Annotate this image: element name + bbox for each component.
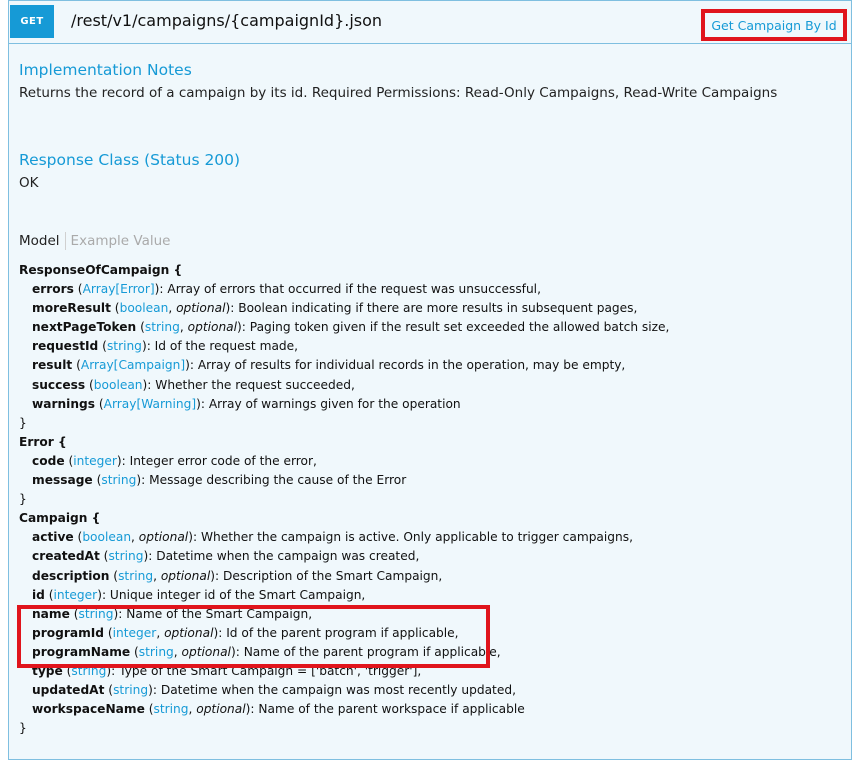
property-description: ): Whether the request succeeded,: [142, 377, 355, 392]
property-type-link[interactable]: boolean: [94, 378, 143, 392]
http-method-badge[interactable]: GET: [10, 5, 54, 38]
property-description: ): Description of the Smart Campaign,: [210, 568, 443, 583]
property-name: updatedAt: [32, 683, 105, 698]
property-type-link[interactable]: boolean: [120, 301, 169, 315]
model-campaign-header: Campaign {: [19, 511, 101, 526]
schema-property-errors: errors (Array[Error]): Array of errors t…: [32, 282, 541, 297]
endpoint-summary-link[interactable]: Get Campaign By Id: [711, 18, 836, 33]
property-optional-flag: optional: [196, 702, 246, 717]
property-type-link[interactable]: boolean: [82, 530, 131, 544]
property-optional-flag: optional: [138, 530, 189, 545]
response-class-text: OK: [19, 175, 39, 191]
property-name: nextPageToken: [32, 320, 137, 335]
schema-property-message: message (string): Message describing the…: [32, 473, 407, 488]
property-description: ): Id of the request made,: [141, 339, 299, 354]
property-description: ): Name of the parent workspace if appli…: [245, 702, 525, 717]
property-type-link[interactable]: string: [145, 320, 180, 334]
endpoint-header[interactable]: GET /rest/v1/campaigns/{campaignId}.json…: [9, 1, 851, 44]
endpoint-summary-highlight: Get Campaign By Id: [701, 9, 847, 41]
model-error-header: Error {: [19, 434, 67, 449]
property-type-link[interactable]: integer: [54, 588, 98, 602]
property-description: ): Integer error code of the error,: [116, 453, 317, 468]
property-description: ): Datetime when the campaign was create…: [143, 549, 420, 564]
schema-property-code: code (integer): Integer error code of th…: [32, 453, 317, 468]
property-name: success: [32, 377, 86, 392]
schema-property-id: id (integer): Unique integer id of the S…: [32, 587, 366, 602]
property-name: code: [32, 453, 65, 468]
property-type-link[interactable]: string: [107, 339, 142, 353]
property-description: ): Message describing the cause of the E…: [136, 473, 407, 488]
schema-property-createdAt: createdAt (string): Datetime when the ca…: [32, 549, 420, 564]
tab-divider: [64, 232, 66, 250]
property-name: errors: [32, 282, 74, 297]
property-description: ): Boolean indicating if there are more …: [225, 301, 638, 316]
schema-property-warnings: warnings (Array[Warning]): Array of warn…: [32, 396, 461, 411]
property-name: message: [32, 473, 93, 488]
property-name: workspaceName: [32, 702, 145, 717]
property-name: description: [32, 568, 110, 583]
property-type-link[interactable]: Array[Error]: [83, 282, 155, 296]
property-description: ): Datetime when the campaign was most r…: [148, 683, 516, 698]
property-type-link[interactable]: integer: [73, 454, 117, 468]
schema-property-workspaceName: workspaceName (string, optional): Name o…: [32, 702, 525, 717]
tab-example-value[interactable]: Example Value: [71, 233, 171, 249]
property-description: ): Array of errors that occurred if the …: [154, 282, 541, 297]
property-description: ): Array of warnings given for the opera…: [196, 396, 461, 411]
property-name: moreResult: [32, 301, 111, 316]
model-campaign-close: }: [19, 721, 27, 736]
property-description: ): Whether the campaign is active. Only …: [188, 530, 633, 545]
property-name: id: [32, 587, 45, 602]
property-description: ): Unique integer id of the Smart Campai…: [97, 587, 366, 602]
property-name: active: [32, 530, 74, 545]
implementation-notes-text: Returns the record of a campaign by its …: [19, 85, 778, 101]
schema-property-moreResult: moreResult (boolean, optional): Boolean …: [32, 301, 638, 316]
tab-model[interactable]: Model: [19, 233, 60, 249]
schema-property-result: result (Array[Campaign]): Array of resul…: [32, 358, 626, 373]
property-type-link[interactable]: string: [153, 702, 188, 716]
property-type-link[interactable]: string: [108, 549, 143, 563]
model-tabs: Model Example Value: [19, 232, 170, 250]
model-error-close: }: [19, 492, 27, 507]
schema-property-nextPageToken: nextPageToken (string, optional): Paging…: [32, 320, 670, 335]
property-type-link[interactable]: string: [118, 569, 153, 583]
schema-property-requestId: requestId (string): Id of the request ma…: [32, 339, 299, 354]
property-description: ): Array of results for individual recor…: [185, 358, 626, 373]
property-name: createdAt: [32, 549, 100, 564]
endpoint-path[interactable]: /rest/v1/campaigns/{campaignId}.json: [71, 11, 382, 30]
property-optional-flag: optional: [187, 320, 238, 335]
schema-property-description: description (string, optional): Descript…: [32, 568, 443, 583]
implementation-notes-heading: Implementation Notes: [19, 61, 192, 79]
property-optional-flag: optional: [160, 568, 211, 583]
schema-property-updatedAt: updatedAt (string): Datetime when the ca…: [32, 683, 516, 698]
property-type-link[interactable]: Array[Campaign]: [81, 358, 185, 372]
response-class-heading: Response Class (Status 200): [19, 151, 241, 169]
property-name: warnings: [32, 396, 96, 411]
property-type-link[interactable]: Array[Warning]: [104, 397, 196, 411]
schema-property-success: success (boolean): Whether the request s…: [32, 377, 355, 392]
highlight-box-program-fields: [17, 605, 490, 668]
property-type-link[interactable]: string: [113, 683, 148, 697]
model-response-of-campaign-close: }: [19, 415, 27, 430]
property-name: result: [32, 358, 73, 373]
property-type-link[interactable]: string: [101, 473, 136, 487]
schema-property-active: active (boolean, optional): Whether the …: [32, 530, 633, 545]
property-description: ): Paging token given if the result set …: [237, 320, 670, 335]
property-name: requestId: [32, 339, 99, 354]
property-optional-flag: optional: [176, 301, 226, 316]
model-response-of-campaign-header: ResponseOfCampaign {: [19, 263, 183, 277]
